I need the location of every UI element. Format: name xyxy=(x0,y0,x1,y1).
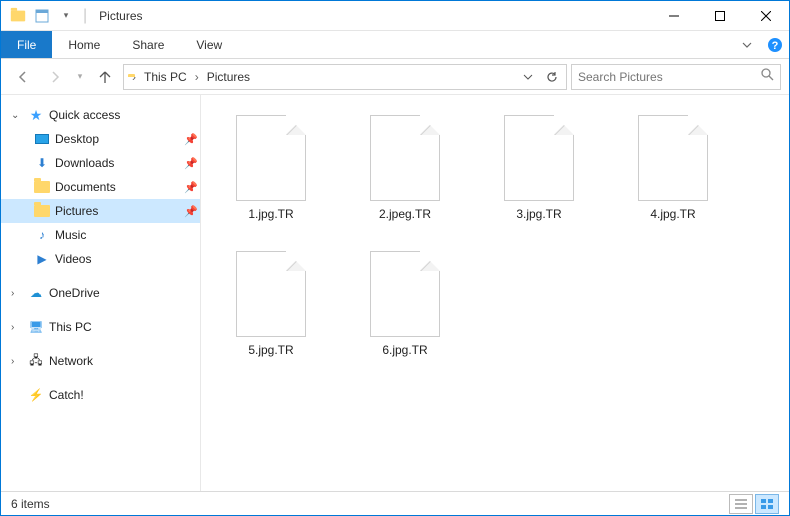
sidebar-item-label: Network xyxy=(49,354,200,368)
file-item[interactable]: 3.jpg.TR xyxy=(479,109,599,239)
sidebar-network[interactable]: › 🖧 Network xyxy=(1,349,200,373)
ribbon: File Home Share View ? xyxy=(1,31,789,59)
navigation-row: ▾ › This PC › Pictures xyxy=(1,59,789,95)
minimize-button[interactable] xyxy=(651,1,697,31)
status-bar: 6 items xyxy=(1,491,789,515)
address-bar[interactable]: › This PC › Pictures xyxy=(123,64,567,90)
sidebar-item-pictures[interactable]: Pictures 📌 xyxy=(1,199,200,223)
catch-icon: ⚡ xyxy=(27,386,45,404)
file-item[interactable]: 2.jpeg.TR xyxy=(345,109,465,239)
chevron-right-icon[interactable]: › xyxy=(132,70,136,84)
tab-view[interactable]: View xyxy=(180,31,238,58)
search-icon[interactable] xyxy=(760,67,774,86)
sidebar-onedrive[interactable]: › ☁ OneDrive xyxy=(1,281,200,305)
file-item[interactable]: 4.jpg.TR xyxy=(613,109,733,239)
breadcrumb-this-pc[interactable]: This PC xyxy=(140,68,191,86)
pc-icon: 🖥 xyxy=(27,318,45,336)
tab-share[interactable]: Share xyxy=(116,31,180,58)
file-item[interactable]: 5.jpg.TR xyxy=(211,245,331,375)
address-dropdown-icon[interactable] xyxy=(518,67,538,87)
title-bar: ▾ | Pictures xyxy=(1,1,789,31)
pin-icon: 📌 xyxy=(184,157,200,170)
qat-properties-icon[interactable] xyxy=(31,5,53,27)
file-icon xyxy=(638,115,708,201)
sidebar-quick-access[interactable]: ⌄ ★ Quick access xyxy=(1,103,200,127)
file-grid[interactable]: 1.jpg.TR 2.jpeg.TR 3.jpg.TR 4.jpg.TR 5.j… xyxy=(201,95,789,491)
refresh-button[interactable] xyxy=(542,67,562,87)
caret-right-icon[interactable]: › xyxy=(11,288,23,299)
star-icon: ★ xyxy=(27,106,45,124)
file-icon xyxy=(236,251,306,337)
documents-icon xyxy=(33,178,51,196)
forward-button[interactable] xyxy=(41,63,69,91)
file-label: 3.jpg.TR xyxy=(516,207,561,221)
videos-icon: ▶ xyxy=(33,250,51,268)
search-box[interactable] xyxy=(571,64,781,90)
ribbon-expand-button[interactable] xyxy=(733,31,761,58)
sidebar-item-label: Music xyxy=(55,228,200,242)
back-button[interactable] xyxy=(9,63,37,91)
sidebar-item-label: Quick access xyxy=(49,108,200,122)
sidebar-item-videos[interactable]: ▶ Videos xyxy=(1,247,200,271)
pin-icon: 📌 xyxy=(184,133,200,146)
icons-view-button[interactable] xyxy=(755,494,779,514)
music-icon: ♪ xyxy=(33,226,51,244)
recent-dropdown-icon[interactable]: ▾ xyxy=(73,63,87,91)
close-button[interactable] xyxy=(743,1,789,31)
maximize-button[interactable] xyxy=(697,1,743,31)
file-icon xyxy=(504,115,574,201)
file-tab[interactable]: File xyxy=(1,31,52,58)
sidebar-this-pc[interactable]: › 🖥 This PC xyxy=(1,315,200,339)
content-area: ⌄ ★ Quick access Desktop 📌 ⬇ Downloads 📌… xyxy=(1,95,789,491)
pin-icon: 📌 xyxy=(184,181,200,194)
sidebar-item-music[interactable]: ♪ Music xyxy=(1,223,200,247)
file-label: 5.jpg.TR xyxy=(248,343,293,357)
up-button[interactable] xyxy=(91,63,119,91)
file-label: 4.jpg.TR xyxy=(650,207,695,221)
caret-down-icon[interactable]: ⌄ xyxy=(11,110,23,121)
sidebar-item-label: This PC xyxy=(49,320,200,334)
caret-right-icon[interactable]: › xyxy=(11,356,23,367)
file-label: 2.jpeg.TR xyxy=(379,207,431,221)
sidebar-item-downloads[interactable]: ⬇ Downloads 📌 xyxy=(1,151,200,175)
help-button[interactable]: ? xyxy=(761,31,789,58)
sidebar-item-label: Catch! xyxy=(49,388,200,402)
desktop-icon xyxy=(33,130,51,148)
sidebar-catch[interactable]: › ⚡ Catch! xyxy=(1,383,200,407)
status-item-count: 6 items xyxy=(11,497,50,511)
breadcrumb-pictures[interactable]: Pictures xyxy=(203,68,254,86)
chevron-right-icon[interactable]: › xyxy=(195,70,199,84)
pictures-icon xyxy=(33,202,51,220)
svg-text:?: ? xyxy=(772,40,779,52)
qat-dropdown-icon[interactable]: ▾ xyxy=(55,5,77,27)
file-item[interactable]: 1.jpg.TR xyxy=(211,109,331,239)
file-icon xyxy=(370,251,440,337)
sidebar-item-label: OneDrive xyxy=(49,286,200,300)
pin-icon: 📌 xyxy=(184,205,200,218)
sidebar-item-label: Downloads xyxy=(55,156,180,170)
file-icon xyxy=(370,115,440,201)
sidebar-item-documents[interactable]: Documents 📌 xyxy=(1,175,200,199)
search-input[interactable] xyxy=(578,70,760,84)
file-icon xyxy=(236,115,306,201)
sidebar-item-label: Documents xyxy=(55,180,180,194)
file-label: 6.jpg.TR xyxy=(382,343,427,357)
explorer-icon xyxy=(7,5,29,27)
tab-home[interactable]: Home xyxy=(52,31,116,58)
window-title: Pictures xyxy=(91,9,142,23)
file-item[interactable]: 6.jpg.TR xyxy=(345,245,465,375)
details-view-button[interactable] xyxy=(729,494,753,514)
file-label: 1.jpg.TR xyxy=(248,207,293,221)
sidebar-item-label: Videos xyxy=(55,252,200,266)
sidebar-item-label: Pictures xyxy=(55,204,180,218)
sidebar-item-desktop[interactable]: Desktop 📌 xyxy=(1,127,200,151)
navigation-pane: ⌄ ★ Quick access Desktop 📌 ⬇ Downloads 📌… xyxy=(1,95,201,491)
network-icon: 🖧 xyxy=(27,352,45,370)
caret-right-icon[interactable]: › xyxy=(11,322,23,333)
sidebar-item-label: Desktop xyxy=(55,132,180,146)
downloads-icon: ⬇ xyxy=(33,154,51,172)
cloud-icon: ☁ xyxy=(27,284,45,302)
